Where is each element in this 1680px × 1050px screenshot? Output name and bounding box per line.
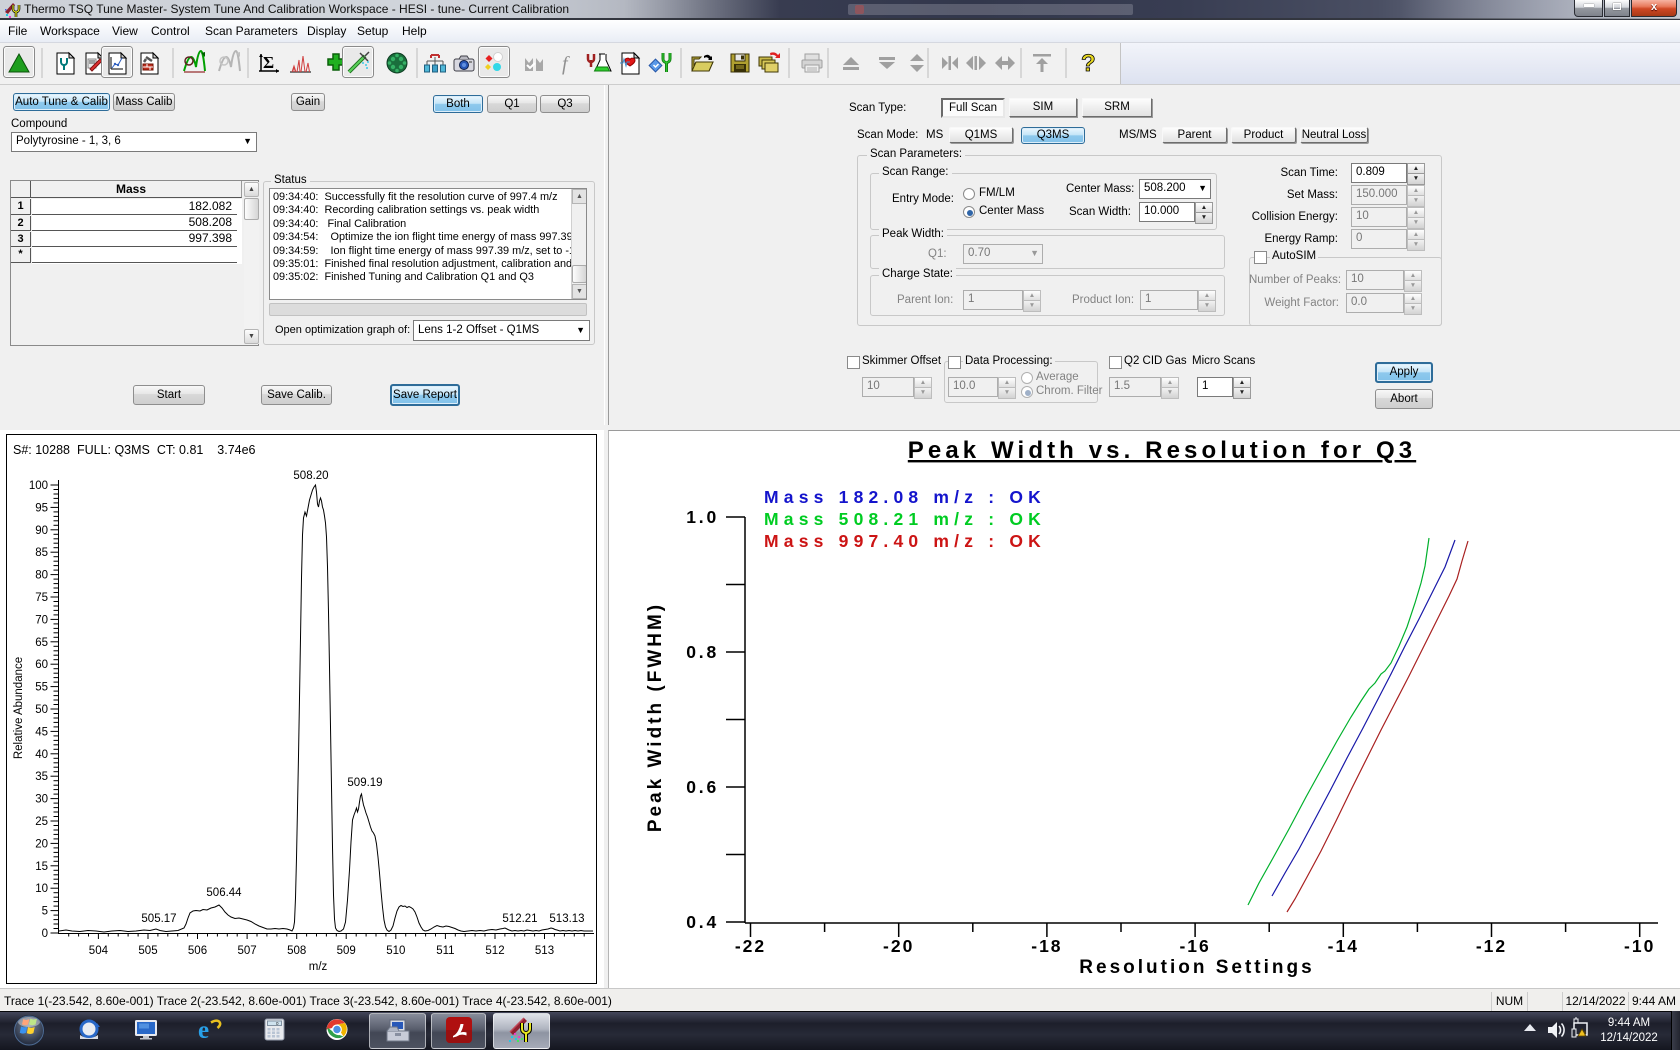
svg-text:512: 512 <box>485 945 504 957</box>
svg-text:e: e <box>198 1017 209 1044</box>
svg-text:Resolution Settings: Resolution Settings <box>1079 957 1314 978</box>
svg-text:95: 95 <box>35 502 48 514</box>
svg-text:-10: -10 <box>1624 936 1655 956</box>
svg-text:65: 65 <box>35 637 48 649</box>
svg-text:100: 100 <box>29 480 48 492</box>
svg-text:505.17: 505.17 <box>141 913 176 925</box>
svg-text:508.20: 508.20 <box>293 470 328 482</box>
svg-text:0: 0 <box>42 928 48 940</box>
svg-text:-12: -12 <box>1476 936 1507 956</box>
svg-text:85: 85 <box>35 547 48 559</box>
svg-text:90: 90 <box>35 525 48 537</box>
svg-text:25: 25 <box>35 816 48 828</box>
svg-text:Peak Width vs. Resolution for: Peak Width vs. Resolution for Q3 <box>908 437 1416 464</box>
svg-text:-16: -16 <box>1179 936 1210 956</box>
svg-text:5: 5 <box>42 906 48 918</box>
svg-text:!: ! <box>1584 1032 1586 1038</box>
svg-text:509: 509 <box>337 945 356 957</box>
svg-text:55: 55 <box>35 682 48 694</box>
svg-text:1.0: 1.0 <box>686 507 719 527</box>
svg-text:35: 35 <box>35 771 48 783</box>
svg-text:75: 75 <box>35 592 48 604</box>
svg-text:80: 80 <box>35 570 48 582</box>
svg-text:50: 50 <box>35 704 48 716</box>
svg-text:70: 70 <box>35 614 48 626</box>
svg-text:-20: -20 <box>883 936 914 956</box>
svg-text:-14: -14 <box>1328 936 1359 956</box>
svg-text:30: 30 <box>35 794 48 806</box>
svg-text:Mass 508.21 m/z : OK: Mass 508.21 m/z : OK <box>764 509 1046 529</box>
svg-text:Mass 182.08 m/z : OK: Mass 182.08 m/z : OK <box>764 487 1046 507</box>
svg-text:510: 510 <box>386 945 405 957</box>
svg-text:S#: 10288 FULL: Q3MS CT: 0.8: S#: 10288 FULL: Q3MS CT: 0.81 3.74e6 <box>13 443 256 457</box>
svg-text:506.44: 506.44 <box>206 887 242 899</box>
svg-text:-22: -22 <box>735 936 766 956</box>
svg-text:Σ: Σ <box>263 53 274 72</box>
svg-text:513: 513 <box>535 945 554 957</box>
svg-text:513.13: 513.13 <box>549 913 584 925</box>
svg-text:20: 20 <box>35 838 48 850</box>
svg-text:0.6: 0.6 <box>686 777 719 797</box>
svg-text:511: 511 <box>436 945 454 957</box>
svg-text:508: 508 <box>287 945 306 957</box>
svg-text:-18: -18 <box>1031 936 1062 956</box>
svg-text:Relative Abundance: Relative Abundance <box>13 657 25 759</box>
svg-text:60: 60 <box>35 659 48 671</box>
svg-text:Peak Width (FWHM): Peak Width (FWHM) <box>645 602 666 832</box>
svg-text:Mass 997.40 m/z : OK: Mass 997.40 m/z : OK <box>764 531 1046 551</box>
svg-text:512.21: 512.21 <box>502 913 537 925</box>
svg-text:509.19: 509.19 <box>347 777 382 789</box>
svg-text:506: 506 <box>188 945 207 957</box>
svg-text:15: 15 <box>35 861 48 873</box>
svg-text:f: f <box>562 53 570 75</box>
svg-text:?: ? <box>1081 50 1096 77</box>
svg-text:10: 10 <box>35 883 48 895</box>
svg-text:40: 40 <box>35 749 48 761</box>
svg-text:0.8: 0.8 <box>686 642 719 662</box>
svg-text:m/z: m/z <box>309 961 328 973</box>
svg-text:507: 507 <box>238 945 257 957</box>
svg-text:505: 505 <box>138 945 157 957</box>
svg-text:0.4: 0.4 <box>686 912 719 932</box>
svg-text:45: 45 <box>35 726 48 738</box>
svg-text:504: 504 <box>89 945 109 957</box>
